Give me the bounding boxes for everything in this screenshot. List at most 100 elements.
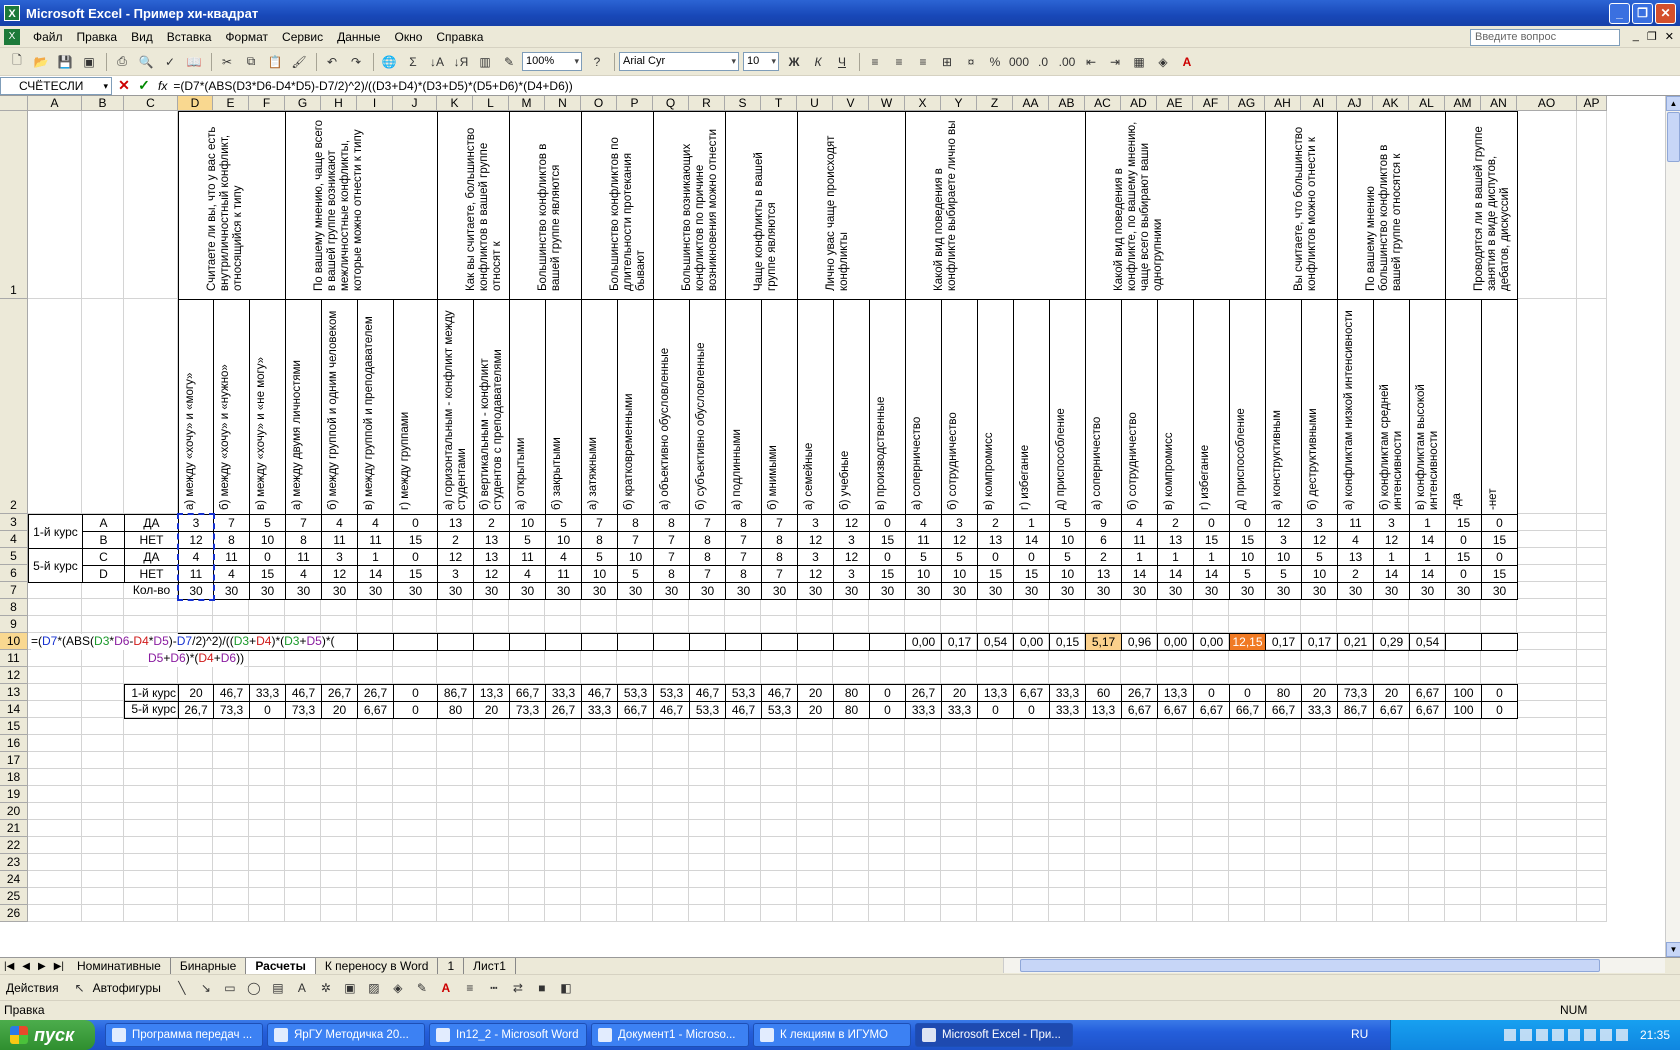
data-cell[interactable]: 4	[357, 514, 394, 532]
data-cell[interactable]: 20	[321, 701, 358, 719]
data-cell[interactable]: 15	[393, 531, 438, 549]
data-cell[interactable]: 1	[357, 548, 394, 566]
data-cell[interactable]: 0	[977, 701, 1014, 719]
data-cell[interactable]: 6,67	[357, 701, 394, 719]
data-cell[interactable]: 11	[321, 531, 358, 549]
data-cell[interactable]: 46,7	[653, 701, 690, 719]
tray-icon[interactable]	[1567, 1029, 1580, 1041]
data-cell[interactable]: 13,3	[473, 684, 510, 702]
column-header[interactable]: T	[761, 96, 797, 111]
column-header[interactable]: AD	[1121, 96, 1157, 111]
column-header[interactable]: AF	[1193, 96, 1229, 111]
data-cell[interactable]: 15	[869, 565, 906, 583]
fill-color-draw-icon[interactable]: ◈	[387, 978, 409, 998]
data-cell[interactable]: 11	[285, 548, 322, 566]
column-header[interactable]: AB	[1049, 96, 1085, 111]
drawing-icon[interactable]: ✎	[498, 52, 520, 72]
data-cell[interactable]: 6,67	[1013, 684, 1050, 702]
chart-wizard-icon[interactable]: ▥	[474, 52, 496, 72]
data-cell[interactable]: 12	[1301, 531, 1338, 549]
data-cell[interactable]: 4	[321, 514, 358, 532]
row-header[interactable]: 25	[0, 888, 28, 905]
row-header[interactable]: 3	[0, 514, 28, 531]
redo-icon[interactable]: ↷	[345, 52, 367, 72]
column-header[interactable]: AO	[1517, 96, 1577, 111]
thousands-icon[interactable]: 000	[1008, 52, 1030, 72]
data-cell[interactable]: 100	[1445, 684, 1482, 702]
data-cell[interactable]: 0,17	[1265, 633, 1302, 651]
data-cell[interactable]: 30	[393, 582, 438, 600]
shadow-icon[interactable]: ■	[531, 978, 553, 998]
undo-icon[interactable]: ↶	[321, 52, 343, 72]
data-cell[interactable]	[689, 633, 726, 651]
column-header[interactable]: AA	[1013, 96, 1049, 111]
column-header[interactable]: Y	[941, 96, 977, 111]
data-cell[interactable]: 86,7	[437, 684, 474, 702]
data-cell[interactable]: 13	[437, 514, 474, 532]
data-cell[interactable]: 6,67	[1409, 701, 1446, 719]
data-cell[interactable]	[1481, 633, 1518, 651]
data-cell[interactable]: 80	[833, 701, 870, 719]
data-cell[interactable]: 15	[1229, 531, 1266, 549]
row-label[interactable]: B	[82, 531, 125, 549]
column-header[interactable]: AN	[1481, 96, 1517, 111]
rectangle-icon[interactable]: ▭	[219, 978, 241, 998]
data-cell[interactable]: 4	[509, 565, 546, 583]
column-header[interactable]: F	[249, 96, 285, 111]
actions-menu[interactable]: Действия	[6, 981, 59, 995]
row-header[interactable]: 5	[0, 548, 28, 565]
data-cell[interactable]: 5	[1301, 548, 1338, 566]
column-header[interactable]: E	[213, 96, 249, 111]
data-cell[interactable]: 11	[1337, 514, 1374, 532]
minimize-button[interactable]: _	[1609, 3, 1630, 24]
data-cell[interactable]: 10	[545, 531, 582, 549]
row-label[interactable]: ДА	[124, 548, 179, 566]
data-cell[interactable]: 0	[393, 701, 438, 719]
data-cell[interactable]: 53,3	[689, 701, 726, 719]
data-cell[interactable]	[869, 633, 906, 651]
insert-function-icon[interactable]: fx	[158, 79, 167, 93]
data-cell[interactable]: 30	[213, 582, 250, 600]
data-cell[interactable]: 30	[1229, 582, 1266, 600]
data-cell[interactable]: 26,7	[1121, 684, 1158, 702]
data-cell[interactable]: 0	[869, 684, 906, 702]
data-cell[interactable]: 11	[178, 565, 214, 583]
column-header[interactable]: Q	[653, 96, 689, 111]
new-icon[interactable]: 🗋	[6, 52, 28, 72]
data-cell[interactable]: 0,21	[1337, 633, 1374, 651]
column-header[interactable]: B	[82, 96, 124, 111]
data-cell[interactable]: 26,7	[357, 684, 394, 702]
data-cell[interactable]: 14	[1409, 531, 1446, 549]
row-header[interactable]: 26	[0, 905, 28, 922]
task-program[interactable]: Программа передач ...	[105, 1023, 263, 1047]
data-cell[interactable]	[761, 633, 798, 651]
row-label[interactable]: C	[82, 548, 125, 566]
data-cell[interactable]: 7	[761, 565, 798, 583]
column-header[interactable]: G	[285, 96, 321, 111]
column-header[interactable]: AI	[1301, 96, 1337, 111]
data-cell[interactable]: 12	[437, 548, 474, 566]
data-cell[interactable]: 15	[977, 565, 1014, 583]
data-cell[interactable]: 2	[1085, 548, 1122, 566]
column-header[interactable]: U	[797, 96, 833, 111]
menu-file[interactable]: Файл	[26, 26, 70, 48]
percent-course-1-label[interactable]: 1-й курс	[124, 684, 179, 702]
arrow-style-icon[interactable]: ⇄	[507, 978, 529, 998]
help-icon[interactable]: ?	[586, 52, 608, 72]
data-cell[interactable]: 53,3	[725, 684, 762, 702]
data-cell[interactable]: 66,7	[1265, 701, 1302, 719]
row-header[interactable]: 7	[0, 582, 28, 599]
data-cell[interactable]: 5	[1265, 565, 1302, 583]
start-button[interactable]: пуск	[0, 1020, 95, 1050]
row-label[interactable]: НЕТ	[124, 565, 179, 583]
data-cell[interactable]: 20	[1301, 684, 1338, 702]
data-cell[interactable]: 14	[1373, 565, 1410, 583]
print-preview-icon[interactable]: 🔍	[135, 52, 157, 72]
data-cell[interactable]: 12	[178, 531, 214, 549]
data-cell[interactable]	[357, 633, 394, 651]
data-cell[interactable]: 8	[761, 531, 798, 549]
print-icon[interactable]: ⎙	[111, 52, 133, 72]
first-sheet-icon[interactable]: |◀	[0, 961, 18, 972]
line-color-icon[interactable]: ✎	[411, 978, 433, 998]
menu-window[interactable]: Окно	[387, 26, 429, 48]
